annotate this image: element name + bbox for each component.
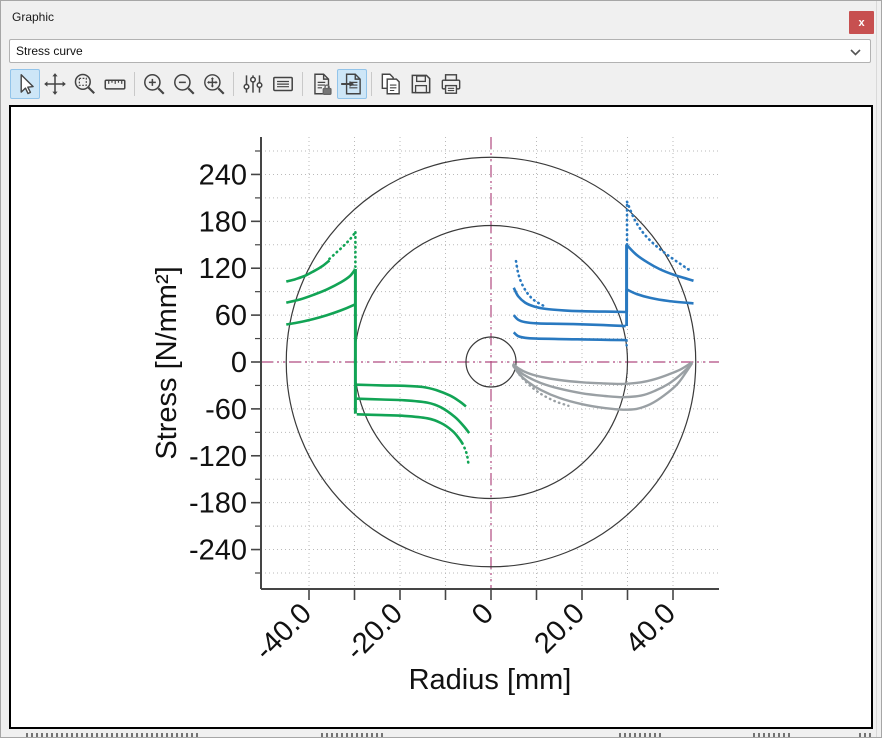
- svg-text:-40.0: -40.0: [249, 597, 318, 666]
- print-button[interactable]: [436, 69, 466, 99]
- svg-text:-240: -240: [189, 535, 247, 567]
- zoom-out-button[interactable]: [169, 69, 199, 99]
- stress-curve-chart[interactable]: -240 -180 -120 -60 0 60 120 180 240 -40.0 -20.0 0 20…: [11, 107, 871, 727]
- export-document-button[interactable]: [337, 69, 367, 99]
- svg-text:20.0: 20.0: [528, 597, 591, 660]
- svg-text:240: 240: [199, 159, 247, 191]
- zoom-rectangle-icon: [72, 71, 98, 97]
- selected-graphic-label: Stress curve: [16, 44, 83, 58]
- series-gray-1: [513, 362, 692, 384]
- svg-text:0: 0: [466, 597, 500, 631]
- zoom-fit-button[interactable]: [199, 69, 229, 99]
- save-button[interactable]: [406, 69, 436, 99]
- close-button[interactable]: x: [849, 11, 874, 34]
- legend-button[interactable]: [268, 69, 298, 99]
- save-floppy-icon: [408, 71, 434, 97]
- zoom-selection-button[interactable]: [70, 69, 100, 99]
- toolbar-separator: [134, 72, 135, 96]
- clipped-text-fragment: [619, 733, 661, 738]
- series-green-upper-dotted: [329, 232, 355, 259]
- svg-text:-20.0: -20.0: [340, 597, 409, 666]
- clipped-text-fragment: [859, 733, 873, 738]
- series-blue-2-solid: [514, 315, 626, 326]
- window-title: Graphic: [12, 10, 54, 24]
- series-green-neg-1: [357, 385, 466, 407]
- graphic-window: Graphic x Stress curve: [0, 0, 882, 738]
- clipped-text-fragment: [753, 733, 791, 738]
- document-lock-icon: [309, 71, 335, 97]
- ruler-icon: [102, 71, 128, 97]
- toolbar-separator: [371, 72, 372, 96]
- svg-text:-120: -120: [189, 441, 247, 473]
- curve-settings-button[interactable]: [238, 69, 268, 99]
- clipped-text-fragment: [26, 733, 201, 738]
- chevron-down-icon: [850, 49, 861, 56]
- graphic-type-selector[interactable]: Stress curve: [9, 39, 871, 63]
- clipped-text-fragment: [321, 733, 386, 738]
- zoom-in-icon: [141, 71, 167, 97]
- zoom-fit-icon: [201, 71, 227, 97]
- sliders-icon: [240, 71, 266, 97]
- close-icon: x: [858, 17, 864, 29]
- svg-text:60: 60: [215, 300, 247, 332]
- series-blue-3-solid: [514, 332, 626, 340]
- copy-button[interactable]: [376, 69, 406, 99]
- printer-icon: [438, 71, 464, 97]
- clipped-background-content: [1, 730, 881, 738]
- move-arrows-icon: [42, 71, 68, 97]
- svg-text:120: 120: [199, 253, 247, 285]
- chart-panel: -240 -180 -120 -60 0 60 120 180 240 -40.0 -20.0 0 20…: [9, 105, 873, 729]
- pan-move-button[interactable]: [40, 69, 70, 99]
- legend-box-icon: [270, 71, 296, 97]
- svg-text:0: 0: [231, 347, 247, 379]
- toolbar-separator: [233, 72, 234, 96]
- series-green-neg-3-dotted-tail: [462, 443, 468, 463]
- series-blue-dotted-post: [627, 202, 691, 272]
- copy-icon: [378, 71, 404, 97]
- toolbar: [10, 66, 466, 102]
- measure-ruler-button[interactable]: [100, 69, 130, 99]
- lock-document-button[interactable]: [307, 69, 337, 99]
- svg-text:180: 180: [199, 206, 247, 238]
- cursor-arrow-icon: [12, 71, 38, 97]
- zoom-in-button[interactable]: [139, 69, 169, 99]
- svg-text:-180: -180: [189, 488, 247, 520]
- select-cursor-button[interactable]: [10, 69, 40, 99]
- zoom-out-icon: [171, 71, 197, 97]
- svg-text:Radius [mm]: Radius [mm]: [409, 664, 572, 696]
- svg-text:Stress [N/mm²]: Stress [N/mm²]: [151, 266, 183, 459]
- document-arrow-icon: [339, 71, 365, 97]
- svg-text:-60: -60: [205, 394, 247, 426]
- toolbar-separator: [302, 72, 303, 96]
- series-green-lower-solid: [286, 304, 355, 324]
- series-gray-2: [513, 363, 692, 397]
- svg-text:40.0: 40.0: [619, 597, 682, 660]
- title-bar[interactable]: Graphic x: [1, 1, 881, 35]
- window-edge: [876, 1, 877, 737]
